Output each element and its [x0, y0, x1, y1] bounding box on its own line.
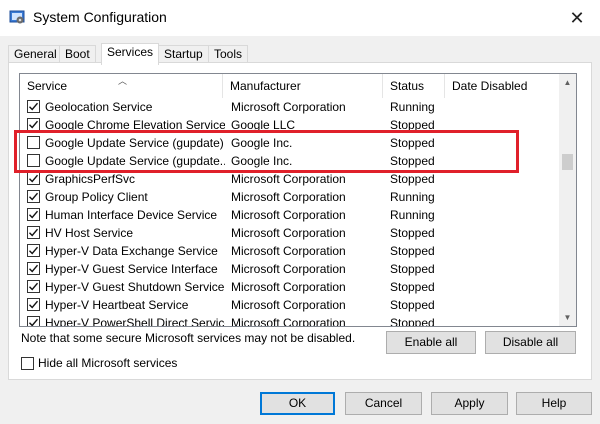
service-status: Running	[390, 190, 435, 204]
service-checkbox[interactable]	[27, 316, 40, 326]
window-title: System Configuration	[33, 9, 167, 25]
service-status: Running	[390, 100, 435, 114]
service-checkbox[interactable]	[27, 118, 40, 131]
service-status: Stopped	[390, 280, 435, 294]
note-text: Note that some secure Microsoft services…	[21, 331, 356, 345]
help-button[interactable]: Help	[516, 392, 592, 415]
service-status: Stopped	[390, 226, 435, 240]
table-row[interactable]: Hyper-V Data Exchange Service Microsoft C…	[20, 242, 558, 260]
service-checkbox[interactable]	[27, 208, 40, 221]
service-status: Stopped	[390, 244, 435, 258]
table-row[interactable]: Hyper-V Guest Shutdown Service Microsoft …	[20, 278, 558, 296]
list-header: Service ︿ Manufacturer Status Date Disab…	[20, 74, 558, 98]
service-manufacturer: Microsoft Corporation	[231, 280, 346, 294]
service-name: Hyper-V Guest Service Interface	[45, 262, 218, 276]
service-name: Hyper-V PowerShell Direct Service	[45, 316, 225, 327]
service-manufacturer: Microsoft Corporation	[231, 208, 346, 222]
service-manufacturer: Microsoft Corporation	[231, 244, 346, 258]
service-status: Stopped	[390, 262, 435, 276]
service-manufacturer: Microsoft Corporation	[231, 316, 346, 327]
service-checkbox[interactable]	[27, 100, 40, 113]
tab-services[interactable]: Services	[101, 43, 160, 65]
enable-all-button[interactable]: Enable all	[386, 331, 476, 354]
service-name: Hyper-V Heartbeat Service	[45, 298, 189, 312]
table-row[interactable]: Google Update Service (gupdate... Google …	[20, 152, 558, 170]
column-header-manufacturer[interactable]: Manufacturer	[223, 74, 383, 98]
close-button[interactable]: ✕	[554, 0, 600, 36]
service-checkbox[interactable]	[27, 298, 40, 311]
service-status: Stopped	[390, 298, 435, 312]
close-icon: ✕	[569, 7, 585, 28]
service-name: Google Chrome Elevation Service	[45, 118, 225, 132]
service-name: GraphicsPerfSvc	[45, 172, 136, 186]
service-checkbox[interactable]	[27, 172, 40, 185]
service-manufacturer: Microsoft Corporation	[231, 190, 346, 204]
services-list[interactable]: Service ︿ Manufacturer Status Date Disab…	[19, 73, 577, 327]
table-row[interactable]: Hyper-V PowerShell Direct Service Microso…	[20, 314, 558, 327]
msconfig-icon	[9, 9, 25, 25]
table-row[interactable]: Human Interface Device Service Microsoft …	[20, 206, 558, 224]
service-checkbox[interactable]	[27, 226, 40, 239]
service-checkbox[interactable]	[27, 154, 40, 167]
table-row[interactable]: HV Host Service Microsoft Corporation Stop…	[20, 224, 558, 242]
service-name: Google Update Service (gupdate...	[45, 154, 225, 168]
service-name: HV Host Service	[45, 226, 134, 240]
service-manufacturer: Google LLC	[231, 118, 296, 132]
service-name: Geolocation Service	[45, 100, 153, 114]
table-row[interactable]: Hyper-V Guest Service Interface Microsoft…	[20, 260, 558, 278]
sort-ascending-icon: ︿	[118, 76, 128, 86]
column-header-service[interactable]: Service ︿	[20, 74, 223, 98]
service-name: Hyper-V Guest Shutdown Service	[45, 280, 225, 294]
service-checkbox[interactable]	[27, 190, 40, 203]
scroll-down-icon[interactable]: ▼	[559, 309, 576, 326]
service-checkbox[interactable]	[27, 244, 40, 257]
service-checkbox[interactable]	[27, 280, 40, 293]
service-status: Stopped	[390, 172, 435, 186]
hide-microsoft-services-label: Hide all Microsoft services	[38, 356, 178, 370]
service-manufacturer: Microsoft Corporation	[231, 172, 346, 186]
table-row[interactable]: GraphicsPerfSvc Microsoft Corporation Stop…	[20, 170, 558, 188]
service-manufacturer: Google Inc.	[231, 154, 293, 168]
service-manufacturer: Microsoft Corporation	[231, 100, 346, 114]
title-bar: System Configuration ✕	[0, 0, 600, 36]
table-row[interactable]: Group Policy Client Microsoft Corporation…	[20, 188, 558, 206]
service-name: Human Interface Device Service	[45, 208, 218, 222]
service-name: Group Policy Client	[45, 190, 148, 204]
service-manufacturer: Microsoft Corporation	[231, 262, 346, 276]
cancel-button[interactable]: Cancel	[345, 392, 422, 415]
table-row[interactable]: Google Chrome Elevation Service Google LL…	[20, 116, 558, 134]
service-status: Stopped	[390, 316, 435, 327]
service-name: Hyper-V Data Exchange Service	[45, 244, 218, 258]
service-name: Google Update Service (gupdate)	[45, 136, 224, 150]
service-status: Running	[390, 208, 435, 222]
service-manufacturer: Microsoft Corporation	[231, 298, 346, 312]
scroll-thumb[interactable]	[562, 154, 573, 170]
hide-microsoft-services-checkbox[interactable]	[21, 357, 34, 370]
service-checkbox[interactable]	[27, 262, 40, 275]
scroll-up-icon[interactable]: ▲	[559, 74, 576, 91]
table-row[interactable]: Google Update Service (gupdate) Google In…	[20, 134, 558, 152]
service-manufacturer: Google Inc.	[231, 136, 293, 150]
apply-button[interactable]: Apply	[431, 392, 508, 415]
table-row[interactable]: Hyper-V Heartbeat Service Microsoft Corpo…	[20, 296, 558, 314]
service-status: Stopped	[390, 118, 435, 132]
ok-button[interactable]: OK	[260, 392, 335, 415]
column-header-status[interactable]: Status	[383, 74, 445, 98]
service-manufacturer: Microsoft Corporation	[231, 226, 346, 240]
vertical-scrollbar[interactable]: ▲ ▼	[559, 74, 576, 326]
service-status: Stopped	[390, 154, 435, 168]
disable-all-button[interactable]: Disable all	[485, 331, 576, 354]
column-header-date-disabled[interactable]: Date Disabled	[445, 74, 558, 98]
table-row[interactable]: Geolocation Service Microsoft Corporation…	[20, 98, 558, 116]
service-checkbox[interactable]	[27, 136, 40, 149]
service-status: Stopped	[390, 136, 435, 150]
